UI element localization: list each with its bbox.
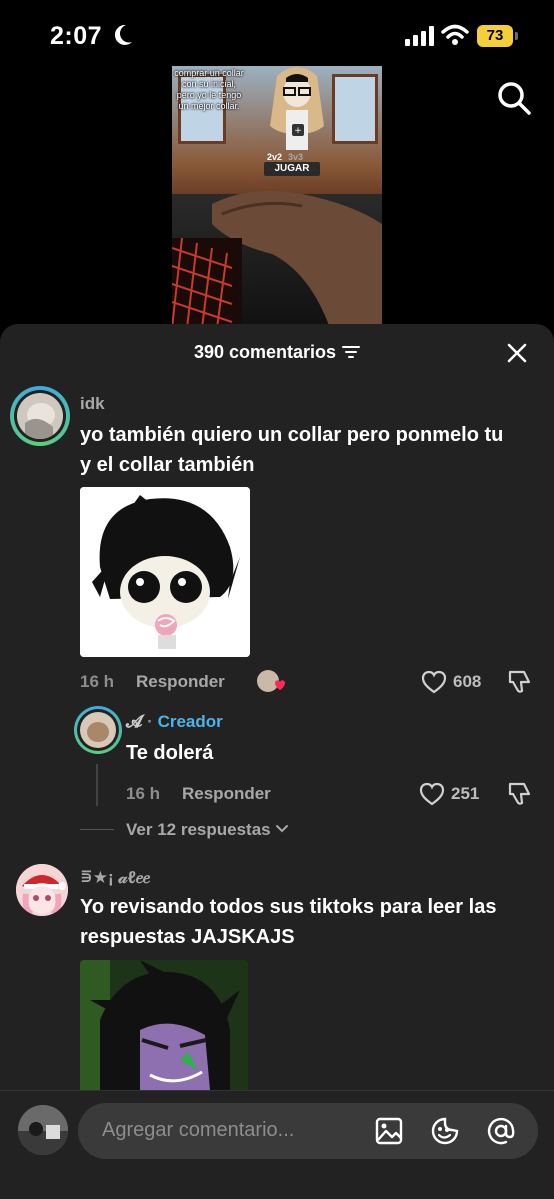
dislike-icon[interactable] [506,781,532,807]
creator-avatar-icon [257,670,285,692]
reply-button[interactable]: Responder [136,672,225,692]
mode-2v2: 2v2 [267,152,283,162]
status-bar: 2:07 73 [0,0,554,70]
creator-avatar-image [80,712,116,748]
dislike-icon[interactable] [506,669,532,695]
comment-sticker[interactable] [80,960,248,1100]
image-icon[interactable] [374,1116,404,1146]
moon-icon [114,24,132,45]
battery-cap [515,32,518,40]
view-replies-button[interactable]: Ver 12 respuestas [126,820,289,840]
sticker-image [80,960,248,1100]
avatar[interactable] [16,864,68,916]
filter-icon[interactable] [342,345,361,359]
close-icon[interactable] [506,342,528,364]
video-window-right [332,74,378,144]
reply-time: 16 h [126,784,161,803]
reply-username[interactable]: 𝓐 · Creador [126,712,223,732]
comment-time: 16 h [80,672,115,691]
creator-avatar[interactable] [77,709,119,751]
avatar-image [16,864,68,916]
view-replies-label: Ver 12 respuestas [126,820,271,839]
comment-input-placeholder: Agregar comentario... [102,1119,295,1141]
reply-like-count: 251 [451,784,480,803]
chevron-down-icon [276,825,289,833]
search-icon[interactable] [496,80,532,116]
reply-reply-button[interactable]: Responder [182,784,271,804]
reply-text: Te dolerá [126,742,214,764]
mode-3v3: 3v3 [288,152,304,162]
sticker-image [80,487,250,657]
svg-text:+: + [294,126,302,136]
view-replies-line [80,829,114,830]
emoji-icon[interactable] [430,1116,460,1146]
comment-composer: Agregar comentario... [0,1090,554,1199]
mention-icon[interactable] [486,1116,516,1146]
comment-username[interactable]: idk [80,394,105,414]
game-modes: 2v2 3v3 [267,152,309,162]
play-button: JUGAR [264,162,320,176]
keyboard-image [172,238,242,328]
reply-thread-line [96,764,98,806]
my-avatar-image [18,1105,68,1155]
comment-text: Yo revisando todos sus tiktoks para leer… [80,896,497,948]
comment-username[interactable]: ⋾★¡ 𝒶ℓ𝑒𝑒 [80,868,150,888]
reply-username-name: 𝓐 [126,712,143,731]
video-preview[interactable]: + comprar un collar con su inicial, pero… [172,66,382,328]
battery-indicator: 73 [477,25,519,47]
my-avatar[interactable] [18,1105,68,1155]
heart-icon[interactable] [419,782,445,806]
name-separator: · [147,712,153,731]
creator-liked-badge [256,669,286,695]
comment-text: yo también quiero un collar pero ponmelo… [80,424,504,476]
comment-sticker[interactable] [80,487,250,657]
comments-panel: 390 comentarios idk yo también quiero un… [0,324,554,1199]
battery-level: 73 [477,25,513,47]
comment-input[interactable]: Agregar comentario... [78,1103,538,1159]
like-count: 608 [453,672,482,691]
comments-count[interactable]: 390 comentarios [0,342,554,363]
comments-count-label: 390 comentarios [193,342,337,362]
status-time: 2:07 [50,22,103,50]
avatar-image [17,393,63,439]
avatar[interactable] [14,390,66,442]
signal-icon [405,26,434,46]
creator-label: Creador [157,712,223,731]
wifi-icon [441,24,469,45]
video-caption: comprar un collar con su inicial, pero y… [174,68,244,111]
comments-header: 390 comentarios [0,324,554,382]
heart-icon[interactable] [421,670,447,694]
